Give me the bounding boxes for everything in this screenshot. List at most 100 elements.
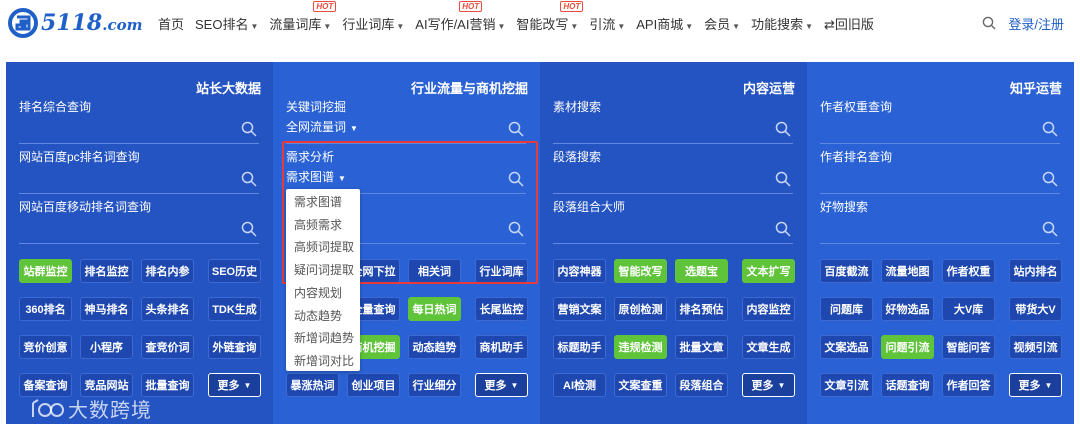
search-icon[interactable] (508, 121, 524, 137)
tool-button[interactable]: 流量地图 (881, 259, 934, 283)
tool-button[interactable]: 问题库 (820, 297, 873, 321)
nav-item-4[interactable]: AI写作/AI营销 ▼ HOT (415, 0, 505, 33)
tool-button[interactable]: 行业细分 (408, 373, 461, 397)
tool-button[interactable]: 文案选品 (820, 335, 873, 359)
login-register-link[interactable]: 登录/注册 (1008, 14, 1064, 33)
search-icon[interactable] (241, 121, 257, 137)
search-field[interactable]: 网站百度pc排名词查询 (19, 148, 259, 194)
tool-button[interactable]: 创业项目 (347, 373, 400, 397)
field-type-selector[interactable]: 全网流量词 ▼ (286, 118, 358, 135)
search-field[interactable]: 网站百度移动排名词查询 (19, 198, 259, 244)
nav-item-label: 首页 (158, 16, 185, 32)
tool-button-label: 更多 (217, 380, 240, 392)
nav-item-0[interactable]: 首页 (158, 14, 184, 33)
tool-button[interactable]: 智能问答 (942, 335, 995, 359)
tool-button[interactable]: 内容神器 (553, 259, 606, 283)
tool-button[interactable]: 360排名 (19, 297, 72, 321)
nav-item-1[interactable]: SEO排名 ▼ (195, 14, 258, 33)
tool-button[interactable]: 小程序 (80, 335, 133, 359)
tool-button-label: 更多 (751, 380, 774, 392)
tool-button[interactable]: 视频引流 (1009, 335, 1062, 359)
search-icon[interactable] (1042, 121, 1058, 137)
search-field[interactable]: 关键词挖掘 全网流量词 ▼ (286, 98, 526, 144)
tool-button[interactable]: 带货大V (1009, 297, 1062, 321)
search-icon[interactable] (775, 221, 791, 237)
nav-item-8[interactable]: 会员 ▼ (704, 14, 740, 33)
search-field[interactable]: 作者权重查询 (820, 98, 1060, 144)
dropdown-item[interactable]: 需求图谱 (294, 193, 342, 210)
tool-button[interactable]: 神马排名 (80, 297, 133, 321)
more-button[interactable]: 更多 ▼ (742, 373, 795, 397)
tool-button[interactable]: 商机助手 (475, 335, 528, 359)
tool-button[interactable]: 话题查询 (881, 373, 934, 397)
dropdown-item[interactable]: 疑问词提取 (294, 261, 354, 278)
more-button[interactable]: 更多 ▼ (475, 373, 528, 397)
tool-button[interactable]: 营销文案 (553, 297, 606, 321)
nav-item-10[interactable]: ⇄回旧版 (824, 14, 874, 33)
tool-button[interactable]: 每日热词 (408, 297, 461, 321)
search-field[interactable]: 素材搜索 (553, 98, 793, 144)
nav-item-2[interactable]: 流量词库 ▼ HOT (269, 0, 337, 33)
tool-button[interactable]: 文案查重 (614, 373, 667, 397)
tool-button[interactable]: 文章生成 (742, 335, 795, 359)
tool-button[interactable]: 作者权重 (942, 259, 995, 283)
search-field[interactable]: 段落搜索 (553, 148, 793, 194)
search-icon[interactable] (241, 221, 257, 237)
tool-button[interactable]: 排名内参 (141, 259, 194, 283)
search-field[interactable]: 排名综合查询 (19, 98, 259, 144)
dropdown-item[interactable]: 新增词对比 (294, 352, 354, 369)
nav-item-7[interactable]: API商城 ▼ (636, 14, 693, 33)
site-logo[interactable]: 5118.com (8, 8, 142, 38)
tool-button[interactable]: 标题助手 (553, 335, 606, 359)
tool-button[interactable]: 排名预估 (675, 297, 728, 321)
dropdown-item[interactable]: 内容规划 (294, 284, 342, 301)
more-button[interactable]: 更多 ▼ (1009, 373, 1062, 397)
dropdown-item[interactable]: 新增词趋势 (294, 329, 354, 346)
tool-button[interactable]: 内容监控 (742, 297, 795, 321)
nav-item-5[interactable]: 智能改写 ▼ HOT (516, 0, 584, 33)
tool-button[interactable]: 查竞价词 (141, 335, 194, 359)
search-field[interactable]: 好物搜索 (820, 198, 1060, 244)
search-field[interactable]: 作者排名查询 (820, 148, 1060, 194)
tool-button[interactable]: 智能改写 (614, 259, 667, 283)
tool-button[interactable]: 选题宝 (675, 259, 728, 283)
tool-button[interactable]: 文本扩写 (742, 259, 795, 283)
search-icon[interactable] (241, 171, 257, 187)
tool-button[interactable]: 暴涨热词 (286, 373, 339, 397)
more-button[interactable]: 更多 ▼ (208, 373, 261, 397)
tool-button[interactable]: 大V库 (942, 297, 995, 321)
tool-button[interactable]: 违规检测 (614, 335, 667, 359)
tool-button[interactable]: 段落组合 (675, 373, 728, 397)
tool-button[interactable]: 动态趋势 (408, 335, 461, 359)
tool-button[interactable]: 作者回答 (942, 373, 995, 397)
tool-button[interactable]: 文章引流 (820, 373, 873, 397)
nav-item-6[interactable]: 引流 ▼ (589, 14, 625, 33)
search-icon[interactable] (982, 16, 996, 30)
nav-item-9[interactable]: 功能搜索 ▼ (751, 14, 813, 33)
tool-button[interactable]: 批量文章 (675, 335, 728, 359)
tool-button[interactable]: 站内排名 (1009, 259, 1062, 283)
caret-down-icon: ▼ (805, 21, 814, 31)
search-icon[interactable] (775, 121, 791, 137)
tool-button[interactable]: 原创检测 (614, 297, 667, 321)
tool-button[interactable]: 外链查询 (208, 335, 261, 359)
tool-button[interactable]: 竞价创意 (19, 335, 72, 359)
tool-button[interactable]: 头条排名 (141, 297, 194, 321)
tool-button[interactable]: 问题引流 (881, 335, 934, 359)
dropdown-item[interactable]: 动态趋势 (294, 307, 342, 324)
tool-button[interactable]: 百度截流 (820, 259, 873, 283)
tool-button[interactable]: 站群监控 (19, 259, 72, 283)
tool-button[interactable]: SEO历史 (208, 259, 261, 283)
tool-button[interactable]: TDK生成 (208, 297, 261, 321)
nav-item-3[interactable]: 行业词库 ▼ (342, 14, 404, 33)
search-field[interactable]: 段落组合大师 (553, 198, 793, 244)
tool-button[interactable]: AI检测 (553, 373, 606, 397)
dropdown-item[interactable]: 高频词提取 (294, 238, 354, 255)
tool-button[interactable]: 好物选品 (881, 297, 934, 321)
tool-button[interactable]: 排名监控 (80, 259, 133, 283)
tool-button[interactable]: 长尾监控 (475, 297, 528, 321)
search-icon[interactable] (775, 171, 791, 187)
dropdown-item[interactable]: 高频需求 (294, 216, 342, 233)
search-icon[interactable] (1042, 171, 1058, 187)
search-icon[interactable] (1042, 221, 1058, 237)
